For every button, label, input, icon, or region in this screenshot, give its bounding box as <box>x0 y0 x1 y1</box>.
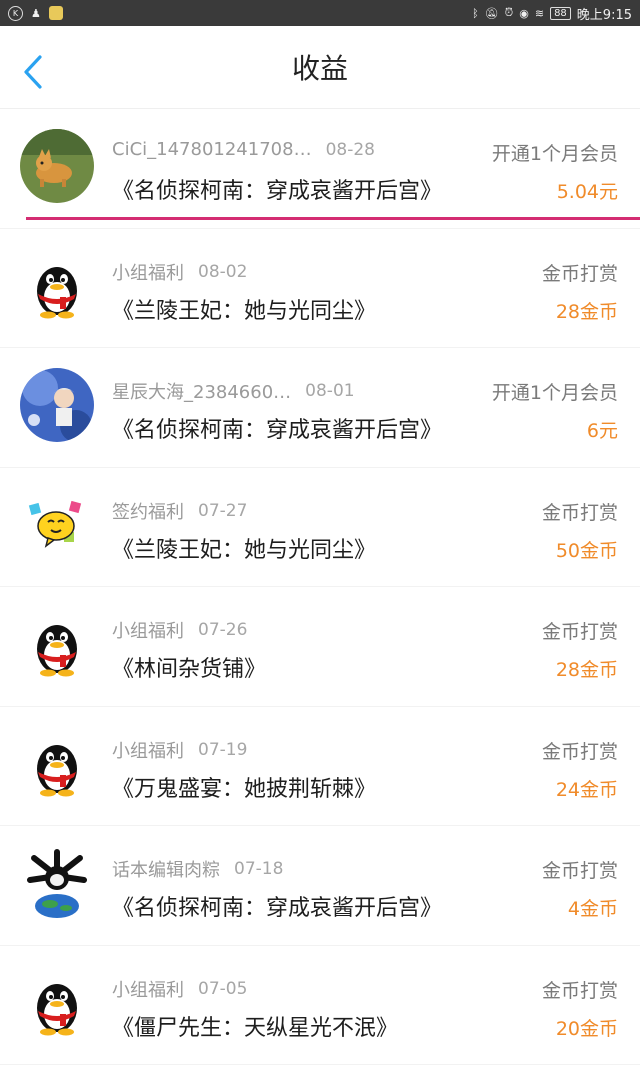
avatar[interactable] <box>20 249 94 323</box>
page-title: 收益 <box>0 26 640 108</box>
highlight-underline <box>26 217 640 220</box>
earning-amount: 28金币 <box>556 655 618 682</box>
row-meta: 小组福利 07-19 <box>112 737 247 763</box>
avatar[interactable] <box>20 129 94 203</box>
date: 07-26 <box>198 620 247 640</box>
status-time: 晚上9:15 <box>577 4 632 23</box>
earning-row[interactable]: 小组福利 07-26 金币打赏 《林间杂货铺》 28金币 <box>0 587 640 707</box>
row-meta: 小组福利 07-05 <box>112 976 247 1002</box>
earning-type: 金币打赏 <box>542 498 618 525</box>
earning-amount: 50金币 <box>556 536 618 563</box>
work-title: 《万鬼盛宴：她披荆斩棘》 <box>112 771 376 803</box>
earning-type: 金币打赏 <box>542 856 618 883</box>
date: 07-05 <box>198 979 247 999</box>
earning-amount: 20金币 <box>556 1014 618 1041</box>
work-title: 《林间杂货铺》 <box>112 651 266 683</box>
earning-type: 金币打赏 <box>542 617 618 644</box>
eye-icon: ◉ <box>519 7 529 20</box>
earning-type: 金币打赏 <box>542 976 618 1003</box>
row-meta: 话本编辑肉粽 07-18 <box>112 856 283 882</box>
notification-icon: ♟ <box>31 7 41 20</box>
earning-row[interactable]: 小组福利 08-02 金币打赏 《兰陵王妃：她与光同尘》 28金币 <box>0 229 640 349</box>
k-app-icon: K <box>8 6 23 21</box>
earning-row[interactable]: 小组福利 07-05 金币打赏 《僵尸先生：天纵星光不泯》 20金币 <box>0 946 640 1065</box>
row-meta: 星辰大海_2384660… 08-01 <box>112 378 355 404</box>
username: 话本编辑肉粽 <box>112 856 220 882</box>
username: 星辰大海_2384660… <box>112 378 291 404</box>
earning-amount: 24金币 <box>556 775 618 802</box>
mute-icon: 🔕︎ <box>485 7 499 20</box>
work-title: 《兰陵王妃：她与光同尘》 <box>112 532 376 564</box>
row-meta: 签约福利 07-27 <box>112 498 247 524</box>
avatar[interactable] <box>20 966 94 1040</box>
row-meta: 小组福利 07-26 <box>112 617 247 643</box>
date: 07-18 <box>234 859 283 879</box>
username: 小组福利 <box>112 976 184 1002</box>
earning-type: 金币打赏 <box>542 259 618 286</box>
avatar[interactable] <box>20 727 94 801</box>
username: 小组福利 <box>112 617 184 643</box>
earning-amount: 4金币 <box>568 894 618 921</box>
earning-row[interactable]: 星辰大海_2384660… 08-01 开通1个月会员 《名侦探柯南：穿成哀酱开… <box>0 348 640 468</box>
earning-amount: 28金币 <box>556 297 618 324</box>
date: 08-02 <box>198 262 247 282</box>
earning-type: 金币打赏 <box>542 737 618 764</box>
work-title: 《僵尸先生：天纵星光不泯》 <box>112 1010 398 1042</box>
username: 小组福利 <box>112 737 184 763</box>
earning-row[interactable]: 小组福利 07-19 金币打赏 《万鬼盛宴：她披荆斩棘》 24金币 <box>0 707 640 827</box>
header-bar: 收益 <box>0 26 640 109</box>
work-title: 《兰陵王妃：她与光同尘》 <box>112 293 376 325</box>
wifi-icon: ≋ <box>535 7 544 20</box>
avatar[interactable] <box>20 488 94 562</box>
earning-type: 开通1个月会员 <box>492 139 618 166</box>
username: CiCi_147801241708… <box>112 139 312 160</box>
date: 07-27 <box>198 501 247 521</box>
alarm-icon: ⏰︎ <box>505 6 514 20</box>
earning-row[interactable]: 话本编辑肉粽 07-18 金币打赏 《名侦探柯南：穿成哀酱开后宫》 4金币 <box>0 826 640 946</box>
row-meta: CiCi_147801241708… 08-28 <box>112 139 375 160</box>
username: 签约福利 <box>112 498 184 524</box>
earning-type: 开通1个月会员 <box>492 378 618 405</box>
status-bar: K ♟ ᛒ 🔕︎ ⏰︎ ◉ ≋ 88 晚上9:15 <box>0 0 640 26</box>
avatar[interactable] <box>20 607 94 681</box>
avatar[interactable] <box>20 368 94 442</box>
earning-row[interactable]: CiCi_147801241708… 08-28 开通1个月会员 《名侦探柯南：… <box>0 109 640 229</box>
earning-amount: 5.04元 <box>557 177 618 204</box>
date: 08-01 <box>305 381 354 401</box>
avatar[interactable] <box>20 846 94 920</box>
earnings-list: CiCi_147801241708… 08-28 开通1个月会员 《名侦探柯南：… <box>0 109 640 1065</box>
app-icon <box>49 6 63 20</box>
date: 08-28 <box>326 140 375 160</box>
back-button[interactable] <box>18 52 48 92</box>
work-title: 《名侦探柯南：穿成哀酱开后宫》 <box>112 173 442 205</box>
battery-icon: 88 <box>550 7 571 20</box>
earning-amount: 6元 <box>587 416 618 443</box>
bluetooth-icon: ᛒ <box>472 7 479 20</box>
row-meta: 小组福利 08-02 <box>112 259 247 285</box>
chevron-left-icon <box>22 54 44 90</box>
work-title: 《名侦探柯南：穿成哀酱开后宫》 <box>112 412 442 444</box>
work-title: 《名侦探柯南：穿成哀酱开后宫》 <box>112 890 442 922</box>
username: 小组福利 <box>112 259 184 285</box>
date: 07-19 <box>198 740 247 760</box>
earning-row[interactable]: 签约福利 07-27 金币打赏 《兰陵王妃：她与光同尘》 50金币 <box>0 468 640 588</box>
